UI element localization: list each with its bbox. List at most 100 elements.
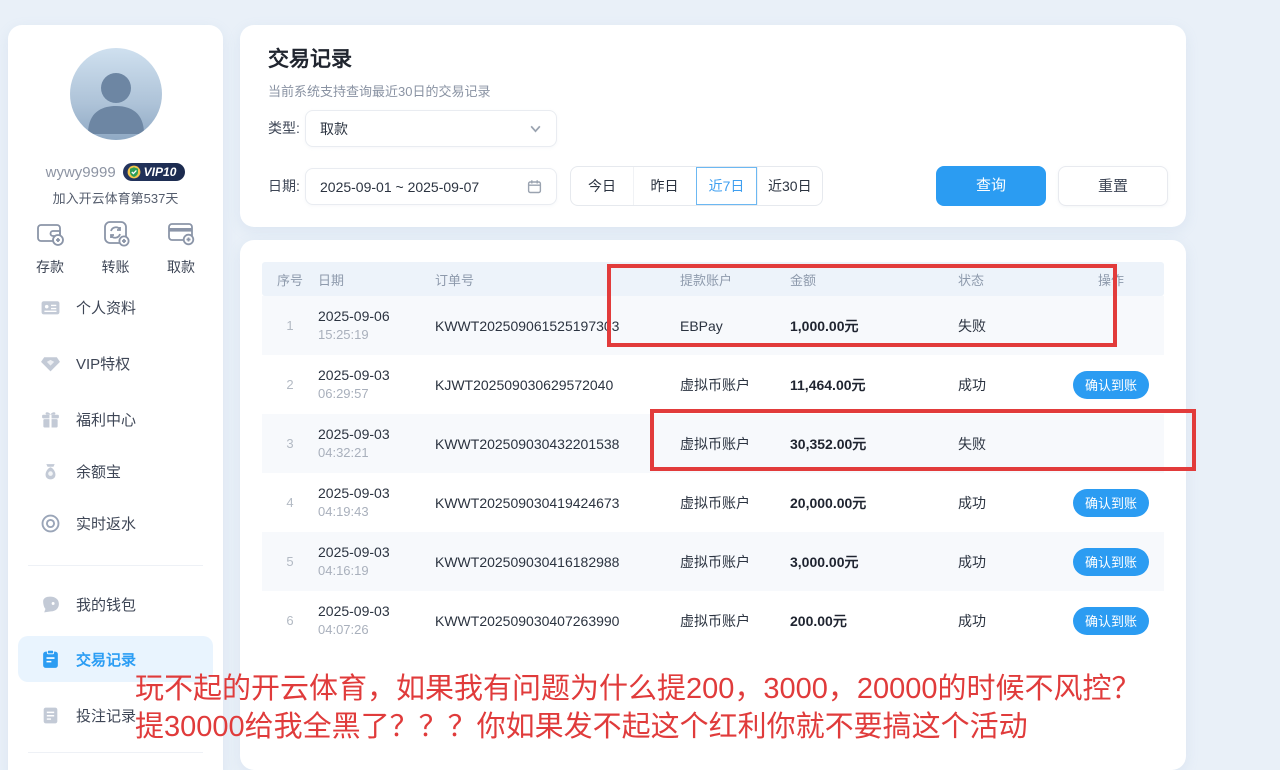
row-index: 3: [262, 436, 318, 451]
bet-record-icon: [40, 705, 61, 726]
table-row: 4 2025-09-03 04:19:43 KWWT20250903041942…: [262, 473, 1164, 532]
sidebar-item-label: 实时返水: [76, 513, 136, 534]
row-time-value: 15:25:19: [318, 326, 435, 344]
avatar[interactable]: [70, 48, 162, 140]
row-amount: 3,000.00元: [790, 552, 958, 572]
sidebar-item-rebate[interactable]: 实时返水: [18, 503, 213, 543]
transfer-icon: [100, 217, 132, 249]
row-index: 6: [262, 613, 318, 628]
date-range-value: 2025-09-01 ~ 2025-09-07: [320, 179, 527, 195]
deposit-label: 存款: [36, 257, 64, 277]
deposit-button[interactable]: 存款: [34, 217, 66, 277]
sidebar-item-label: 福利中心: [76, 409, 136, 430]
confirm-received-button[interactable]: 确认到账: [1073, 548, 1149, 576]
withdraw-label: 取款: [167, 257, 195, 277]
gift-icon: [40, 409, 61, 430]
range-today-button[interactable]: 今日: [571, 167, 633, 205]
row-status: 成功: [958, 493, 1058, 513]
transfer-button[interactable]: 转账: [100, 217, 132, 277]
money-bag-icon: [40, 461, 61, 482]
withdraw-card-icon: [165, 217, 197, 249]
table-row: 6 2025-09-03 04:07:26 KWWT20250903040726…: [262, 591, 1164, 650]
withdraw-button[interactable]: 取款: [165, 217, 197, 277]
row-amount: 20,000.00元: [790, 493, 958, 513]
sidebar-item-label: 交易记录: [76, 649, 136, 670]
confirm-received-button[interactable]: 确认到账: [1073, 607, 1149, 635]
range-last7days-button[interactable]: 近7日: [695, 167, 757, 205]
sidebar-item-yuebao[interactable]: 余额宝: [18, 451, 213, 491]
row-index: 2: [262, 377, 318, 392]
diamond-icon: [40, 353, 61, 374]
transaction-record-icon: [40, 649, 61, 670]
row-amount: 11,464.00元: [790, 375, 958, 395]
sidebar-item-wallet[interactable]: 我的钱包: [18, 584, 213, 624]
confirm-received-button[interactable]: 确认到账: [1073, 371, 1149, 399]
reset-button[interactable]: 重置: [1058, 166, 1168, 206]
row-amount: 200.00元: [790, 611, 958, 631]
row-date-value: 2025-09-03: [318, 484, 435, 503]
row-date-value: 2025-09-03: [318, 366, 435, 385]
row-order-number: KWWT202509030416182988: [435, 554, 680, 570]
complaint-line-2: 提30000给我全黑了？？？你如果发不起这个红利你就不要搞这个活动: [135, 708, 1275, 746]
row-status: 成功: [958, 552, 1058, 572]
transfer-label: 转账: [102, 257, 130, 277]
row-withdraw-account: 虚拟币账户: [680, 493, 790, 513]
date-filter-label: 日期:: [268, 168, 300, 205]
wallet-icon: [40, 594, 61, 615]
quick-date-range-group: 今日 昨日 近7日 近30日: [570, 166, 823, 206]
row-order-number: KWWT202509030419424673: [435, 495, 680, 511]
header-index: 序号: [262, 270, 318, 289]
row-withdraw-account: 虚拟币账户: [680, 552, 790, 572]
range-yesterday-button[interactable]: 昨日: [633, 167, 695, 205]
deposit-wallet-icon: [34, 217, 66, 249]
row-withdraw-account: 虚拟币账户: [680, 375, 790, 395]
sidebar-item-profile[interactable]: 个人资料: [18, 287, 213, 327]
sidebar-item-vip[interactable]: VIP特权: [18, 343, 213, 383]
filter-panel: 交易记录 当前系统支持查询最近30日的交易记录 类型: 取款 日期: 2025-…: [240, 25, 1186, 227]
row-time-value: 04:32:21: [318, 444, 435, 462]
type-select[interactable]: 取款: [305, 110, 557, 147]
row-order-number: KWWT202509030407263990: [435, 613, 680, 629]
confirm-received-button[interactable]: 确认到账: [1073, 489, 1149, 517]
sidebar-item-label: VIP特权: [76, 353, 130, 374]
sidebar-item-welfare[interactable]: 福利中心: [18, 399, 213, 439]
date-range-input[interactable]: 2025-09-01 ~ 2025-09-07: [305, 168, 557, 205]
rebate-icon: [40, 513, 61, 534]
row-time-value: 04:16:19: [318, 562, 435, 580]
vip-badge: VIP10: [123, 163, 186, 181]
row-withdraw-account: 虚拟币账户: [680, 611, 790, 631]
vip-shield-icon: [127, 165, 141, 179]
table-row: 2 2025-09-03 06:29:57 KJWT20250903062957…: [262, 355, 1164, 414]
sidebar-item-label: 投注记录: [76, 705, 136, 726]
sidebar-item-label: 我的钱包: [76, 594, 136, 615]
username: wywy9999: [46, 164, 116, 181]
search-button[interactable]: 查询: [936, 166, 1046, 206]
row-index: 1: [262, 318, 318, 333]
type-filter-label: 类型:: [268, 110, 300, 147]
row-time-value: 04:19:43: [318, 503, 435, 521]
vip-badge-label: VIP10: [144, 165, 177, 179]
calendar-icon: [527, 179, 542, 194]
type-select-value: 取款: [320, 119, 529, 139]
header-date: 日期: [318, 270, 435, 289]
row-date: 2025-09-03 06:29:57: [318, 366, 435, 403]
sidebar: wywy9999 VIP10 加入开云体育第537天 存款: [8, 25, 223, 770]
range-last30days-button[interactable]: 近30日: [757, 167, 822, 205]
row-index: 5: [262, 554, 318, 569]
page-subtitle: 当前系统支持查询最近30日的交易记录: [268, 81, 490, 100]
table-row: 5 2025-09-03 04:16:19 KWWT20250903041618…: [262, 532, 1164, 591]
complaint-line-1: 玩不起的开云体育，如果我有问题为什么提200，3000，20000的时候不风控？: [135, 670, 1275, 708]
join-days-text: 加入开云体育第537天: [8, 188, 223, 207]
person-silhouette-icon: [80, 62, 152, 134]
row-date-value: 2025-09-03: [318, 425, 435, 444]
row-status: 成功: [958, 375, 1058, 395]
quick-actions: 存款 转账 取款: [8, 217, 223, 277]
sidebar-item-label: 余额宝: [76, 461, 121, 482]
row-date: 2025-09-03 04:19:43: [318, 484, 435, 521]
highlight-box-row3: [650, 409, 1196, 471]
table-body: 1 2025-09-06 15:25:19 KWWT20250906152519…: [262, 296, 1164, 650]
row-date: 2025-09-03 04:07:26: [318, 602, 435, 639]
row-date-value: 2025-09-06: [318, 307, 435, 326]
row-time-value: 04:07:26: [318, 621, 435, 639]
row-date-value: 2025-09-03: [318, 602, 435, 621]
